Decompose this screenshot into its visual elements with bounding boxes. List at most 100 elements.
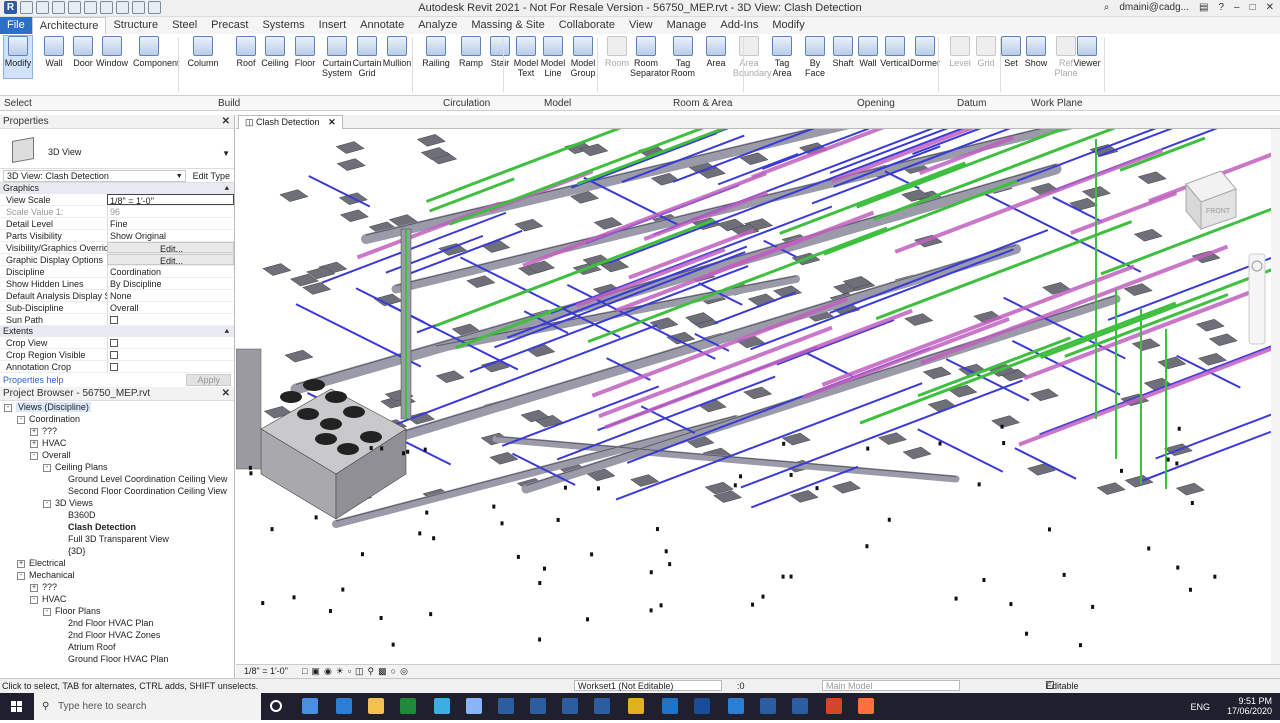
property-value[interactable] bbox=[107, 337, 234, 348]
hanger[interactable] bbox=[418, 531, 422, 536]
browser-node-2nd-floor-hvac-plan[interactable]: 2nd Floor HVAC Plan bbox=[0, 617, 234, 629]
property-value[interactable]: Coordination bbox=[107, 266, 234, 277]
pipe-blue[interactable] bbox=[1097, 129, 1271, 158]
ceiling-diffuser[interactable] bbox=[1131, 338, 1161, 351]
tab-massing-site[interactable]: Massing & Site bbox=[464, 17, 551, 34]
ceiling-diffuser[interactable] bbox=[1026, 463, 1057, 476]
close-icon[interactable]: ✕ bbox=[222, 387, 230, 401]
pipe-blue[interactable] bbox=[917, 428, 1004, 473]
fan-icon[interactable] bbox=[315, 433, 337, 445]
hanger[interactable] bbox=[1091, 604, 1095, 609]
hanger[interactable] bbox=[379, 615, 383, 620]
ribbon-modify-button[interactable]: Modify bbox=[3, 35, 33, 79]
property-value[interactable]: Fine bbox=[107, 218, 234, 229]
fan-icon[interactable] bbox=[360, 431, 382, 443]
revit-icon[interactable] bbox=[792, 698, 808, 714]
ceiling-diffuser[interactable] bbox=[284, 349, 314, 363]
duct[interactable] bbox=[521, 294, 1121, 494]
expand-icon[interactable]: + bbox=[30, 439, 38, 448]
browser-node-full-3d-transparent-view[interactable]: Full 3D Transparent View bbox=[0, 533, 234, 545]
hanger[interactable] bbox=[1062, 572, 1066, 577]
hanger[interactable] bbox=[1147, 546, 1151, 551]
ceiling-diffuser[interactable] bbox=[514, 218, 544, 232]
panel-select[interactable]: Select bbox=[4, 98, 32, 109]
view-scale-label[interactable]: 1/8" = 1'-0" bbox=[244, 665, 288, 678]
tab-add-ins[interactable]: Add-Ins bbox=[713, 17, 765, 34]
hanger[interactable] bbox=[401, 451, 405, 456]
ribbon-tag-area-button[interactable]: Tag Area bbox=[766, 36, 798, 78]
checkbox[interactable] bbox=[110, 363, 118, 371]
collapse-icon[interactable]: ⯅ bbox=[224, 326, 230, 337]
autocad-icon[interactable] bbox=[760, 698, 776, 714]
ribbon-room-separator-button[interactable]: Room Separator bbox=[630, 36, 670, 78]
hanger[interactable] bbox=[538, 581, 542, 586]
ribbon-ramp-button[interactable]: Ramp bbox=[455, 36, 487, 68]
hanger[interactable] bbox=[781, 574, 785, 579]
hanger[interactable] bbox=[1002, 441, 1006, 446]
revit-icon[interactable] bbox=[562, 698, 578, 714]
browser-node-ground-level-coordination-ceiling-view[interactable]: Ground Level Coordination Ceiling View bbox=[0, 473, 234, 485]
ribbon-railing-button[interactable]: Railing bbox=[420, 36, 452, 68]
browser-node-[interactable]: +??? bbox=[0, 581, 234, 593]
ribbon-door-button[interactable]: Door bbox=[67, 36, 99, 68]
ceiling-diffuser[interactable] bbox=[416, 134, 446, 147]
hanger[interactable] bbox=[596, 486, 600, 491]
hanger[interactable] bbox=[1166, 457, 1170, 462]
ribbon-floor-button[interactable]: Floor bbox=[289, 36, 321, 68]
ceiling-diffuser[interactable] bbox=[335, 141, 365, 154]
ceiling-diffuser[interactable] bbox=[1137, 171, 1167, 185]
ribbon-vertical-button[interactable]: Vertical bbox=[879, 36, 911, 68]
tab-file[interactable]: File bbox=[0, 17, 32, 34]
edit-type-button[interactable]: Edit Type bbox=[189, 171, 234, 181]
ribbon-model-line-button[interactable]: Model Line bbox=[537, 36, 569, 78]
hanger[interactable] bbox=[866, 446, 870, 451]
tab-collaborate[interactable]: Collaborate bbox=[552, 17, 622, 34]
hanger[interactable] bbox=[586, 617, 590, 622]
hanger[interactable] bbox=[938, 441, 942, 446]
hanger[interactable] bbox=[789, 472, 793, 477]
hanger[interactable] bbox=[341, 587, 345, 592]
fan-icon[interactable] bbox=[325, 391, 347, 403]
ceiling-diffuser[interactable] bbox=[1175, 482, 1205, 496]
tab-architecture[interactable]: Architecture bbox=[31, 17, 107, 34]
powerpoint-icon[interactable] bbox=[826, 698, 842, 714]
workset-selector[interactable]: Workset1 (Not Editable) bbox=[574, 680, 722, 691]
pipe-blue[interactable] bbox=[355, 287, 425, 324]
hanger[interactable] bbox=[1000, 424, 1004, 429]
chevron-down-icon[interactable]: ▼ bbox=[222, 149, 230, 158]
restore-button[interactable]: □ bbox=[1250, 2, 1256, 13]
hanger[interactable] bbox=[500, 521, 504, 526]
hanger[interactable] bbox=[1190, 501, 1194, 506]
ceiling-diffuser[interactable] bbox=[743, 386, 773, 400]
cortana-icon[interactable] bbox=[270, 700, 282, 712]
tab-manage[interactable]: Manage bbox=[660, 17, 714, 34]
fan-icon[interactable] bbox=[337, 443, 359, 455]
viewcube-label[interactable]: FRONT bbox=[1206, 208, 1231, 215]
close-icon[interactable]: ✕ bbox=[328, 117, 336, 127]
ceiling-diffuser[interactable] bbox=[927, 399, 957, 412]
tab-insert[interactable]: Insert bbox=[312, 17, 354, 34]
ceiling-diffuser[interactable] bbox=[279, 189, 309, 202]
ceiling-diffuser[interactable] bbox=[262, 263, 292, 276]
ceiling-diffuser[interactable] bbox=[902, 446, 932, 460]
checkbox[interactable] bbox=[110, 351, 118, 359]
ceiling-diffuser[interactable] bbox=[481, 240, 511, 253]
hanger[interactable] bbox=[1025, 631, 1029, 636]
hanger[interactable] bbox=[369, 446, 373, 451]
hanger[interactable] bbox=[739, 474, 743, 479]
hanger[interactable] bbox=[492, 504, 496, 509]
property-value[interactable]: Edit... bbox=[107, 254, 234, 265]
hanger[interactable] bbox=[270, 527, 274, 532]
hanger[interactable] bbox=[887, 517, 891, 522]
hanger[interactable] bbox=[1213, 574, 1217, 579]
hanger[interactable] bbox=[1177, 426, 1181, 431]
property-value[interactable]: By Discipline bbox=[107, 278, 234, 289]
panel-room-area[interactable]: Room & Area bbox=[673, 98, 732, 109]
file-icon[interactable] bbox=[628, 698, 644, 714]
hanger[interactable] bbox=[761, 594, 765, 599]
pipe-magenta[interactable] bbox=[802, 317, 1010, 400]
hanger[interactable] bbox=[248, 465, 252, 470]
vertical-scrollbar[interactable] bbox=[1271, 129, 1280, 664]
fan-icon[interactable] bbox=[280, 391, 302, 403]
browser-node-coordination[interactable]: - Coordination bbox=[0, 413, 234, 425]
